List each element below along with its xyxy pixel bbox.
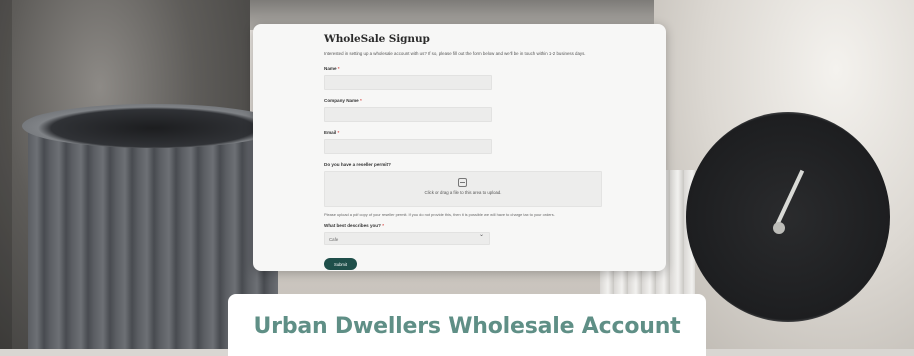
gauge-hub bbox=[773, 222, 785, 234]
caption-title: Urban Dwellers Wholesale Account bbox=[253, 314, 681, 339]
cup-rim bbox=[22, 104, 284, 148]
form-title: WholeSale Signup bbox=[324, 33, 430, 45]
email-label: Email * bbox=[324, 130, 604, 136]
name-label-text: Name bbox=[324, 66, 337, 71]
describe-label: What best describes you? * bbox=[324, 223, 604, 229]
caption-banner: Urban Dwellers Wholesale Account bbox=[228, 294, 706, 356]
company-name-input[interactable] bbox=[324, 107, 492, 122]
submit-button[interactable]: Submit bbox=[324, 258, 357, 270]
reseller-label: Do you have a reseller permit? bbox=[324, 162, 391, 167]
name-label: Name * bbox=[324, 66, 604, 72]
name-input[interactable] bbox=[324, 75, 492, 90]
company-field-group: Company Name * bbox=[324, 98, 604, 122]
company-label: Company Name * bbox=[324, 98, 604, 104]
email-input[interactable] bbox=[324, 139, 492, 154]
file-upload-dropzone[interactable]: Click or drag a file to this area to upl… bbox=[324, 171, 602, 207]
upload-text: Click or drag a file to this area to upl… bbox=[424, 190, 502, 195]
select-value: Cafe bbox=[329, 237, 339, 242]
email-label-text: Email bbox=[324, 130, 337, 135]
signup-form-card: WholeSale Signup Interested in setting u… bbox=[253, 24, 666, 271]
reseller-field-group: Do you have a reseller permit? Click or … bbox=[324, 162, 604, 217]
email-field-group: Email * bbox=[324, 130, 604, 154]
describe-label-text: What best describes you? bbox=[324, 223, 381, 228]
pressure-gauge bbox=[686, 112, 890, 322]
upload-icon bbox=[458, 178, 467, 187]
required-mark: * bbox=[360, 98, 362, 103]
form-intro: Interested in setting up a wholesale acc… bbox=[324, 51, 586, 56]
required-mark: * bbox=[382, 223, 385, 228]
company-label-text: Company Name bbox=[324, 98, 359, 103]
reseller-help-text: Please upload a pdf copy of your reselle… bbox=[324, 212, 555, 217]
required-mark: * bbox=[337, 66, 340, 71]
wholesale-signup-form: WholeSale Signup Interested in setting u… bbox=[324, 33, 604, 270]
chevron-down-icon: ⌄ bbox=[478, 232, 484, 238]
required-mark: * bbox=[337, 130, 340, 135]
describe-select[interactable]: Cafe ⌄ bbox=[324, 232, 490, 245]
edge-shade bbox=[0, 0, 12, 349]
name-field-group: Name * bbox=[324, 66, 604, 90]
describe-field-group: What best describes you? * Cafe ⌄ bbox=[324, 223, 604, 245]
